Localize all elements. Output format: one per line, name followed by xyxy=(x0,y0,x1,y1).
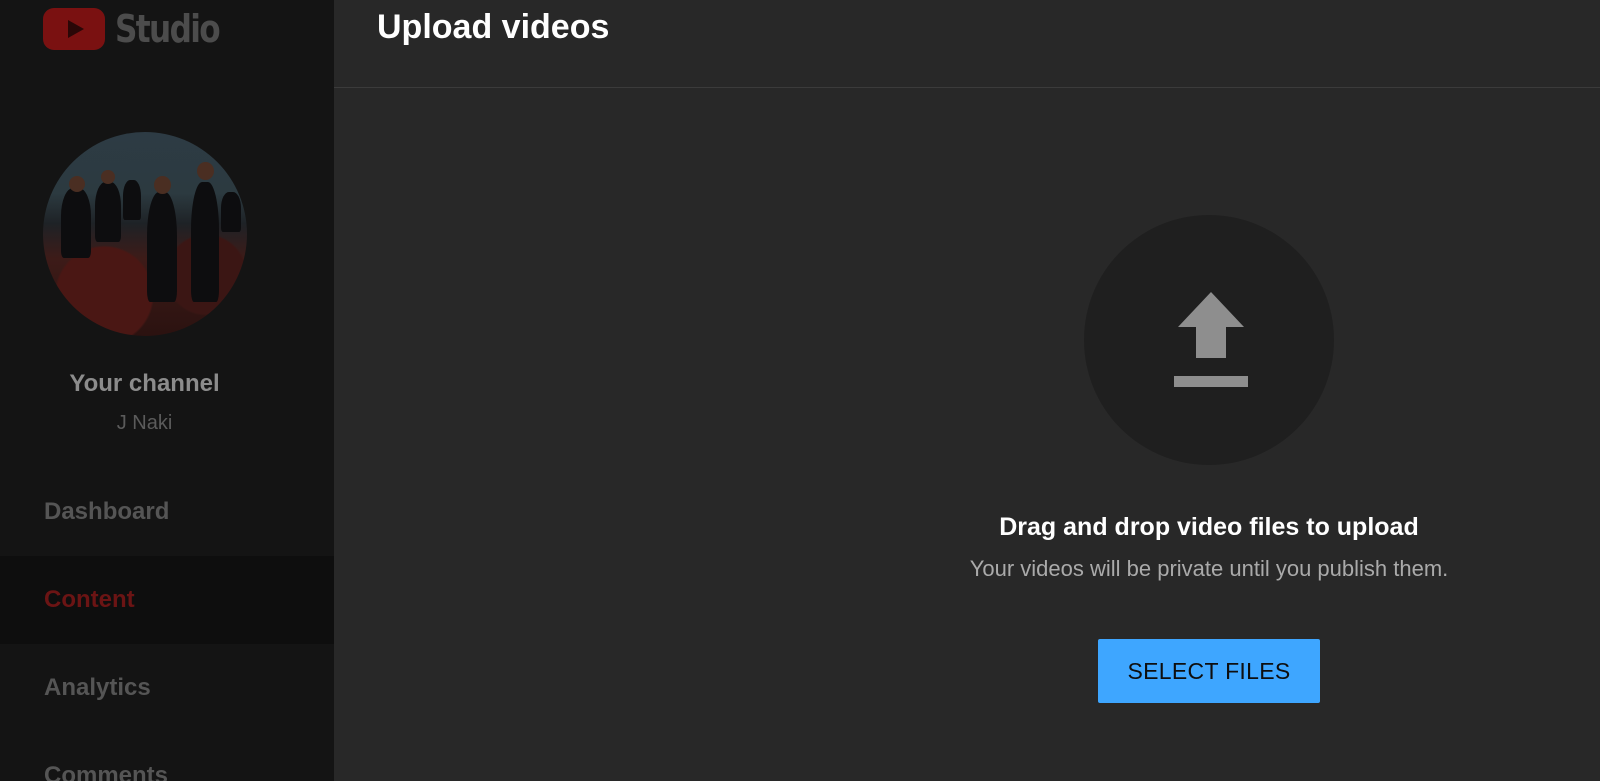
sidebar-item-comments[interactable]: Comments xyxy=(0,732,334,781)
sidebar-item-label: Analytics xyxy=(44,674,151,701)
sidebar-item-dashboard[interactable]: Dashboard xyxy=(0,468,334,556)
sidebar-item-content[interactable]: Content xyxy=(0,556,334,644)
select-files-button[interactable]: SELECT FILES xyxy=(1098,639,1320,703)
sidebar-item-label: Dashboard xyxy=(44,498,170,525)
upload-arrow-icon xyxy=(1174,292,1248,387)
studio-app: Studio Your channel J Naki Dashboard Con… xyxy=(0,0,1600,781)
drop-instructions: Drag and drop video files to upload xyxy=(999,513,1419,541)
upload-target[interactable] xyxy=(1084,215,1334,465)
privacy-note: Your videos will be private until you pu… xyxy=(969,556,1449,581)
upload-dialog: Upload videos Drag and drop video files … xyxy=(334,0,1600,781)
channel-title: Your channel xyxy=(69,370,220,397)
channel-name: J Naki xyxy=(116,412,173,434)
channel-avatar[interactable] xyxy=(43,132,247,336)
studio-logo[interactable]: Studio xyxy=(43,8,242,50)
dialog-header: Upload videos xyxy=(334,0,1600,88)
youtube-play-icon xyxy=(43,8,105,50)
dialog-title: Upload videos xyxy=(377,8,610,46)
logo-text: Studio xyxy=(115,7,221,51)
sidebar-item-label: Comments xyxy=(44,762,169,781)
sidebar-item-analytics[interactable]: Analytics xyxy=(0,644,334,732)
sidebar-item-label: Content xyxy=(44,586,135,613)
sidebar: Studio Your channel J Naki Dashboard Con… xyxy=(0,0,334,781)
drop-zone[interactable]: Drag and drop video files to upload Your… xyxy=(334,88,1600,781)
